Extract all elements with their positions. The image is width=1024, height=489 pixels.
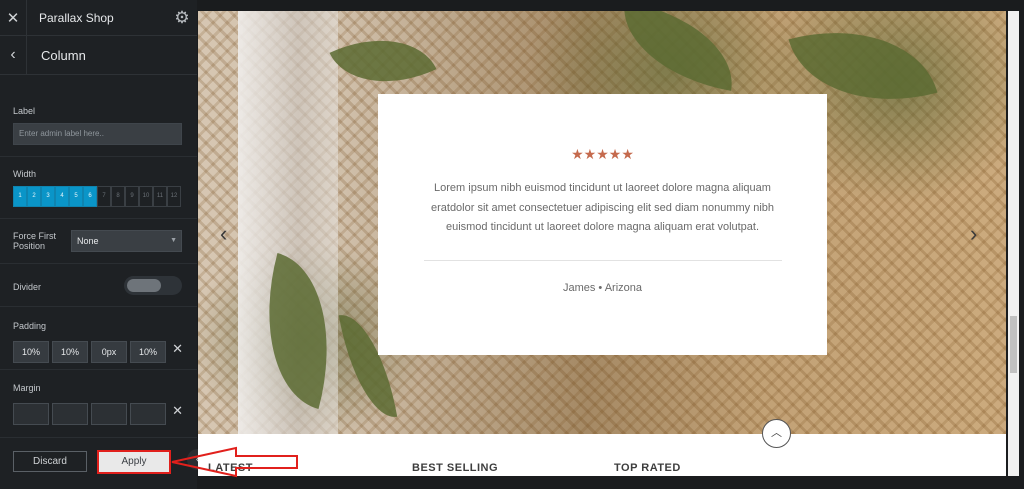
width-cell[interactable]: 2 — [27, 186, 41, 207]
testimonial-card: ★★★★★ Lorem ipsum nibh euismod tincidunt… — [378, 94, 827, 355]
separator — [0, 437, 197, 438]
section-bar: ‹ Column — [0, 35, 197, 75]
label-field-label: Label — [13, 106, 36, 116]
site-title: Parallax Shop — [26, 0, 167, 36]
padding-left-input[interactable]: 10% — [130, 341, 166, 363]
gear-icon[interactable]: ⚙ — [167, 8, 197, 28]
padding-right-input[interactable]: 10% — [52, 341, 88, 363]
width-cell[interactable]: 5 — [69, 186, 83, 207]
scroll-to-top-button[interactable]: ︿ — [762, 419, 791, 448]
width-cell[interactable]: 1 — [13, 186, 27, 207]
margin-left-input[interactable] — [130, 403, 166, 425]
slider-next-icon[interactable]: › — [970, 221, 977, 247]
admin-label-input[interactable]: Enter admin label here.. — [13, 123, 182, 145]
width-cell[interactable]: 11 — [153, 186, 167, 207]
width-cell[interactable]: 10 — [139, 186, 153, 207]
padding-inputs: 10% 10% 0px 10% — [13, 341, 184, 363]
width-cell[interactable]: 7 — [97, 186, 111, 207]
builder-sidebar: ✕ Parallax Shop ⚙ ‹ Column Label Enter a… — [0, 0, 197, 489]
scrollbar-thumb[interactable] — [1010, 316, 1017, 373]
margin-inputs — [13, 403, 184, 425]
divider-toggle[interactable] — [124, 276, 182, 295]
apply-button[interactable]: Apply — [97, 450, 171, 474]
leaf-decoration — [612, 11, 744, 91]
separator — [0, 156, 197, 157]
width-field: Width 1 2 3 4 5 6 7 8 9 10 11 12 — [0, 169, 197, 207]
separator — [0, 263, 197, 264]
sidebar-topbar: ✕ Parallax Shop ⚙ — [0, 0, 197, 36]
width-cell[interactable]: 3 — [41, 186, 55, 207]
width-cell[interactable]: 9 — [125, 186, 139, 207]
width-label: Width — [13, 169, 37, 179]
back-arrow-icon[interactable]: ‹ — [0, 46, 26, 64]
scrollbar[interactable] — [1008, 11, 1019, 476]
padding-top-input[interactable]: 10% — [13, 341, 49, 363]
width-selector: 1 2 3 4 5 6 7 8 9 10 11 12 — [13, 186, 184, 207]
padding-label: Padding — [13, 321, 47, 331]
force-first-value: None — [77, 236, 99, 246]
margin-field: Margin — [0, 383, 197, 425]
width-cell[interactable]: 6 — [83, 186, 97, 207]
width-cell[interactable]: 4 — [55, 186, 69, 207]
separator — [0, 369, 197, 370]
padding-bottom-input[interactable]: 0px — [91, 341, 127, 363]
margin-top-input[interactable] — [13, 403, 49, 425]
annotation-arrow-icon — [171, 446, 298, 478]
toggle-knob — [127, 279, 161, 292]
padding-field: Padding 10% 10% 0px 10% — [0, 321, 197, 363]
margin-right-input[interactable] — [52, 403, 88, 425]
testimonial-quote: Lorem ipsum nibh euismod tincidunt ut la… — [430, 182, 774, 233]
clear-padding-icon[interactable]: ✕ — [172, 341, 183, 357]
product-columns: LATEST BEST SELLING TOP RATED — [198, 434, 1006, 476]
separator — [0, 306, 197, 307]
section-title: Column — [26, 35, 197, 75]
clear-margin-icon[interactable]: ✕ — [172, 403, 183, 419]
column-title-top-rated: TOP RATED — [614, 462, 681, 474]
force-first-select[interactable]: None ▼ — [71, 230, 182, 252]
label-field: Label Enter admin label here.. — [0, 106, 197, 145]
testimonial-author: James • Arizona — [562, 281, 643, 294]
margin-bottom-input[interactable] — [91, 403, 127, 425]
width-cell[interactable]: 8 — [111, 186, 125, 207]
width-cell[interactable]: 12 — [167, 186, 181, 207]
card-divider — [423, 259, 782, 261]
margin-label: Margin — [13, 383, 41, 393]
slider-prev-icon[interactable]: ‹ — [220, 221, 227, 247]
separator — [0, 218, 197, 219]
discard-button[interactable]: Discard — [13, 451, 87, 472]
column-title-best-selling: BEST SELLING — [412, 462, 499, 474]
rating-stars: ★★★★★ — [571, 146, 634, 162]
page-preview: ‹ › ★★★★★ Lorem ipsum nibh euismod tinci… — [198, 11, 1006, 476]
close-icon[interactable]: ✕ — [0, 9, 26, 27]
chevron-down-icon: ▼ — [170, 237, 177, 244]
